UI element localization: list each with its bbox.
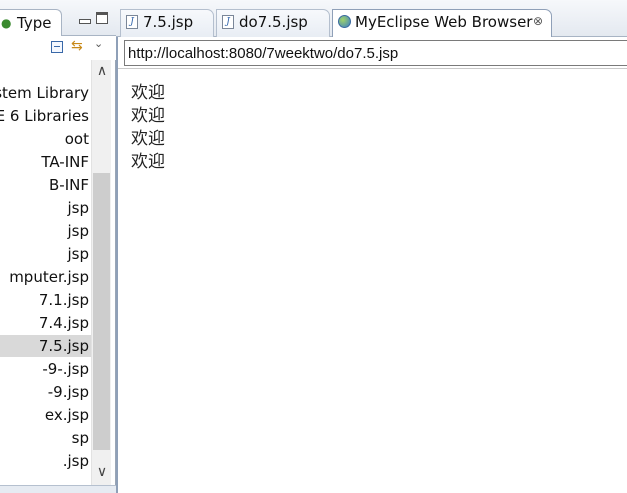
left-panel-toolbar: ⇆ ⌄ [0, 36, 116, 60]
tree-item[interactable]: mputer.jsp [0, 266, 92, 288]
tree-item-label: jsp [67, 199, 89, 217]
tree-item-label: E 6 Libraries [0, 107, 89, 125]
tab-myeclipse-web-browser[interactable]: MyEclipse Web Browser ⊗ [332, 9, 552, 38]
web-browser-view: 欢迎欢迎欢迎欢迎 [116, 37, 627, 493]
welcome-text: 欢迎 [131, 129, 165, 149]
tab-label: MyEclipse Web Browser [355, 13, 533, 31]
tree-item-label: ex.jsp [44, 406, 89, 424]
project-tree: stem Library E 6 Libraries oot TA-INF B-INF j… [0, 82, 92, 493]
welcome-text: 欢迎 [131, 83, 165, 103]
tree-item[interactable]: -9-.jsp [0, 358, 92, 380]
tree-item[interactable]: jsp [0, 243, 92, 265]
tab-label: 7.5.jsp [143, 13, 194, 31]
minimize-view-button[interactable] [78, 12, 91, 24]
close-icon[interactable]: ⊗ [533, 14, 543, 28]
tree-item-label: 7.1.jsp [38, 291, 89, 309]
tree-item-label: jsp [67, 222, 89, 240]
globe-icon [338, 15, 351, 28]
tree-item-label: TA-INF [41, 153, 89, 171]
tree-item-label: -9.jsp [47, 383, 89, 401]
tree-scrollbar[interactable]: ∧ ∨ [91, 60, 111, 493]
tree-item[interactable]: jsp [0, 220, 92, 242]
jsp-file-icon: J [126, 15, 138, 29]
tree-item[interactable]: E 6 Libraries [0, 105, 92, 127]
tree-item[interactable]: B-INF [0, 174, 92, 196]
tree-item[interactable]: stem Library [0, 82, 92, 104]
tree-item[interactable]: 7.4.jsp [0, 312, 92, 334]
url-input[interactable] [124, 40, 627, 66]
collapse-all-icon[interactable] [51, 41, 63, 53]
url-divider [118, 68, 627, 69]
tree-item[interactable]: 7.1.jsp [0, 289, 92, 311]
tree-item-label: mputer.jsp [9, 268, 89, 286]
tree-item-label: 7.5.jsp [38, 337, 89, 355]
maximize-view-button[interactable] [96, 12, 108, 24]
tree-item-label: B-INF [49, 176, 89, 194]
welcome-text: 欢迎 [131, 152, 165, 172]
tree-item-label: oot [64, 130, 89, 148]
tree-item[interactable]: -9.jsp [0, 381, 92, 403]
tab-do7-5-jsp[interactable]: J do7.5.jsp [216, 9, 330, 37]
scrollbar-thumb[interactable] [93, 173, 110, 450]
tree-item[interactable]: sp [0, 427, 92, 449]
tree-item-label: .jsp [62, 452, 89, 470]
tree-item-label: sp [71, 429, 89, 447]
tree-item[interactable]: jsp [0, 197, 92, 219]
link-with-editor-icon[interactable]: ⇆ [71, 38, 83, 54]
page-content: 欢迎 欢迎 欢迎 欢迎 [131, 82, 165, 174]
hierarchy-icon: ● [1, 16, 12, 30]
tree-item[interactable]: oot [0, 128, 92, 150]
tab-type-hierarchy[interactable]: ● Type [0, 9, 62, 36]
tab-type-label: Type [17, 14, 52, 32]
tree-item[interactable]: .jsp [0, 450, 92, 472]
tree-item[interactable]: ex.jsp [0, 404, 92, 426]
tab-label: do7.5.jsp [239, 13, 308, 31]
tree-item-label: -9-.jsp [42, 360, 89, 378]
scroll-down-chevron-icon[interactable]: ∨ [92, 461, 112, 483]
tree-item-label: stem Library [0, 84, 89, 102]
package-explorer-panel: ● Type ⇆ ⌄ stem Library E 6 Libraries oot T… [0, 0, 116, 493]
jsp-file-icon: J [222, 15, 234, 29]
tree-item-label: jsp [67, 245, 89, 263]
tree-item[interactable]: 7.5.jsp [0, 335, 92, 357]
tree-item[interactable]: TA-INF [0, 151, 92, 173]
welcome-text: 欢迎 [131, 106, 165, 126]
tree-item-label: 7.4.jsp [38, 314, 89, 332]
tab-7-5-jsp[interactable]: J 7.5.jsp [120, 9, 214, 37]
left-panel-tabbar: ● Type [0, 0, 116, 36]
view-menu-chevron-icon[interactable]: ⌄ [94, 37, 103, 50]
editor-tabbar: J 7.5.jsp J do7.5.jsp MyEclipse Web Brow… [116, 0, 627, 38]
scroll-up-chevron-icon[interactable]: ∧ [92, 60, 112, 82]
left-panel-bottom-edge [0, 485, 116, 493]
